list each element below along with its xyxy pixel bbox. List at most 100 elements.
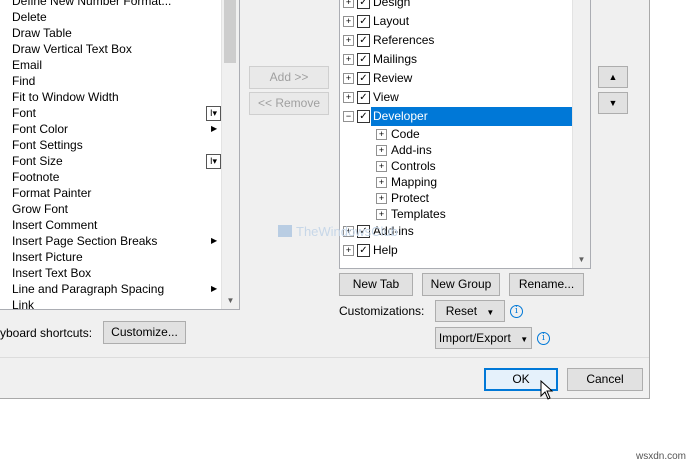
command-label: Grow Font [12, 202, 69, 216]
command-item[interactable]: Footnote [0, 169, 219, 185]
expand-icon[interactable]: + [376, 145, 387, 156]
add-button[interactable]: Add >> [249, 66, 329, 89]
new-tab-button[interactable]: New Tab [339, 273, 413, 296]
checkbox[interactable]: ✓ [357, 91, 370, 104]
command-item[interactable]: Font Color ▶ [0, 121, 219, 137]
commands-scroll-down-icon[interactable]: ▼ [222, 293, 239, 309]
expand-icon[interactable]: + [343, 73, 354, 84]
checkbox[interactable]: ✓ [357, 244, 370, 257]
tree-item-label: Developer [373, 109, 428, 123]
tree-item-label: Templates [391, 207, 446, 221]
tree-item-label: References [373, 33, 435, 47]
command-label: Insert Picture [12, 250, 83, 264]
tree-item-label: Review [373, 71, 413, 85]
watermark: TheWindowsClub [278, 224, 398, 239]
tree-tab-item[interactable]: + ✓ Layout [340, 12, 570, 31]
command-item[interactable]: Insert Page Section Breaks ▶ [0, 233, 219, 249]
expand-icon[interactable]: + [343, 245, 354, 256]
command-item[interactable]: Font Size I▾ [0, 153, 221, 169]
expand-icon[interactable]: + [376, 161, 387, 172]
checkbox[interactable]: ✓ [357, 15, 370, 28]
tree-item-label: Help [373, 243, 398, 257]
tree-tab-item[interactable]: + ✓ Design [340, 0, 570, 12]
expand-icon[interactable]: + [376, 193, 387, 204]
command-item[interactable]: Link [0, 297, 219, 309]
expand-icon[interactable]: + [343, 54, 354, 65]
tree-tab-item[interactable]: − ✓ Developer [340, 107, 573, 126]
tree-item-label: View [373, 90, 399, 104]
import-export-dropdown[interactable]: Import/Export ▼ [435, 327, 532, 349]
command-item[interactable]: Insert Comment [0, 217, 219, 233]
command-item[interactable]: Grow Font [0, 201, 219, 217]
tree-tab-item[interactable]: + ✓ Help [340, 241, 570, 260]
checkbox[interactable]: ✓ [357, 0, 370, 9]
tree-tab-item[interactable]: + ✓ References [340, 31, 570, 50]
customizations-label: Customizations: [339, 304, 425, 318]
commands-scroll-thumb[interactable] [224, 0, 236, 63]
watermark-text: TheWindowsClub [296, 224, 398, 239]
tree-tab-item[interactable]: + ✓ Mailings [340, 50, 570, 69]
tree-scroll-down-icon[interactable]: ▼ [573, 252, 590, 268]
remove-button[interactable]: << Remove [249, 92, 329, 115]
expand-icon[interactable]: + [343, 92, 354, 103]
tree-group-item[interactable]: + Add-ins [340, 142, 570, 158]
expand-icon[interactable]: + [343, 35, 354, 46]
chevron-down-icon: ▼ [520, 335, 529, 344]
move-down-button[interactable]: ▼ [598, 92, 628, 114]
command-item[interactable]: Insert Picture [0, 249, 219, 265]
tree-tab-item[interactable]: + ✓ View [340, 88, 570, 107]
tree-group-item[interactable]: + Code [340, 126, 570, 142]
tree-group-item[interactable]: + Templates [340, 206, 570, 222]
reset-dropdown[interactable]: Reset ▼ [435, 300, 505, 322]
expand-icon[interactable]: + [343, 0, 354, 8]
tree-item-label: Controls [391, 159, 436, 173]
cancel-button[interactable]: Cancel [567, 368, 643, 391]
tree-group-item[interactable]: + Protect [340, 190, 570, 206]
command-label: Insert Text Box [12, 266, 92, 280]
command-item[interactable]: Define New Number Format... [0, 0, 219, 9]
commands-listbox[interactable]: Define New Number Format... Delete Draw Ta… [0, 0, 240, 310]
command-label: Define New Number Format... [12, 0, 172, 8]
command-item[interactable]: Email [0, 57, 219, 73]
tree-scrollbar[interactable]: ▼ [572, 0, 590, 268]
command-item[interactable]: Draw Vertical Text Box [0, 41, 219, 57]
tree-group-item[interactable]: + Mapping [340, 174, 570, 190]
submenu-arrow-icon: ▶ [211, 236, 218, 245]
command-item[interactable]: Insert Text Box [0, 265, 219, 281]
info-icon[interactable]: i [537, 332, 550, 345]
expand-icon[interactable]: + [376, 209, 387, 220]
keyboard-shortcuts-label: yboard shortcuts: [0, 326, 93, 340]
move-up-button[interactable]: ▲ [598, 66, 628, 88]
command-item[interactable]: Format Painter [0, 185, 219, 201]
tree-group-item[interactable]: + Controls [340, 158, 570, 174]
expand-icon[interactable]: + [376, 129, 387, 140]
tree-tab-item[interactable]: + ✓ Review [340, 69, 570, 88]
new-group-button[interactable]: New Group [422, 273, 500, 296]
command-item[interactable]: Delete [0, 9, 219, 25]
command-label: Font Settings [12, 138, 83, 152]
checkbox[interactable]: ✓ [357, 110, 370, 123]
commands-scrollbar[interactable]: ▼ [221, 0, 239, 309]
checkbox[interactable]: ✓ [357, 34, 370, 47]
checkbox[interactable]: ✓ [357, 72, 370, 85]
collapse-icon[interactable]: − [343, 111, 354, 122]
expand-icon[interactable]: + [343, 16, 354, 27]
rename-button[interactable]: Rename... [509, 273, 584, 296]
command-item[interactable]: Draw Table [0, 25, 219, 41]
command-item[interactable]: Font I▾ [0, 105, 221, 121]
command-label: Format Painter [12, 186, 92, 200]
command-label: Email [12, 58, 43, 72]
info-icon[interactable]: i [510, 305, 523, 318]
checkbox[interactable]: ✓ [357, 53, 370, 66]
tree-item-label: Mailings [373, 52, 418, 66]
command-item[interactable]: Line and Paragraph Spacing ▶ [0, 281, 219, 297]
command-label: Draw Table [12, 26, 72, 40]
expand-icon[interactable]: + [376, 177, 387, 188]
command-label: Fit to Window Width [12, 90, 119, 104]
command-item[interactable]: Fit to Window Width [0, 89, 219, 105]
word-options-dialog: Define New Number Format... Delete Draw Ta… [0, 0, 650, 400]
customize-button[interactable]: Customize... [103, 321, 186, 344]
command-item[interactable]: Font Settings [0, 137, 219, 153]
command-item[interactable]: Find [0, 73, 219, 89]
command-label: Insert Page Section Breaks [12, 234, 158, 248]
